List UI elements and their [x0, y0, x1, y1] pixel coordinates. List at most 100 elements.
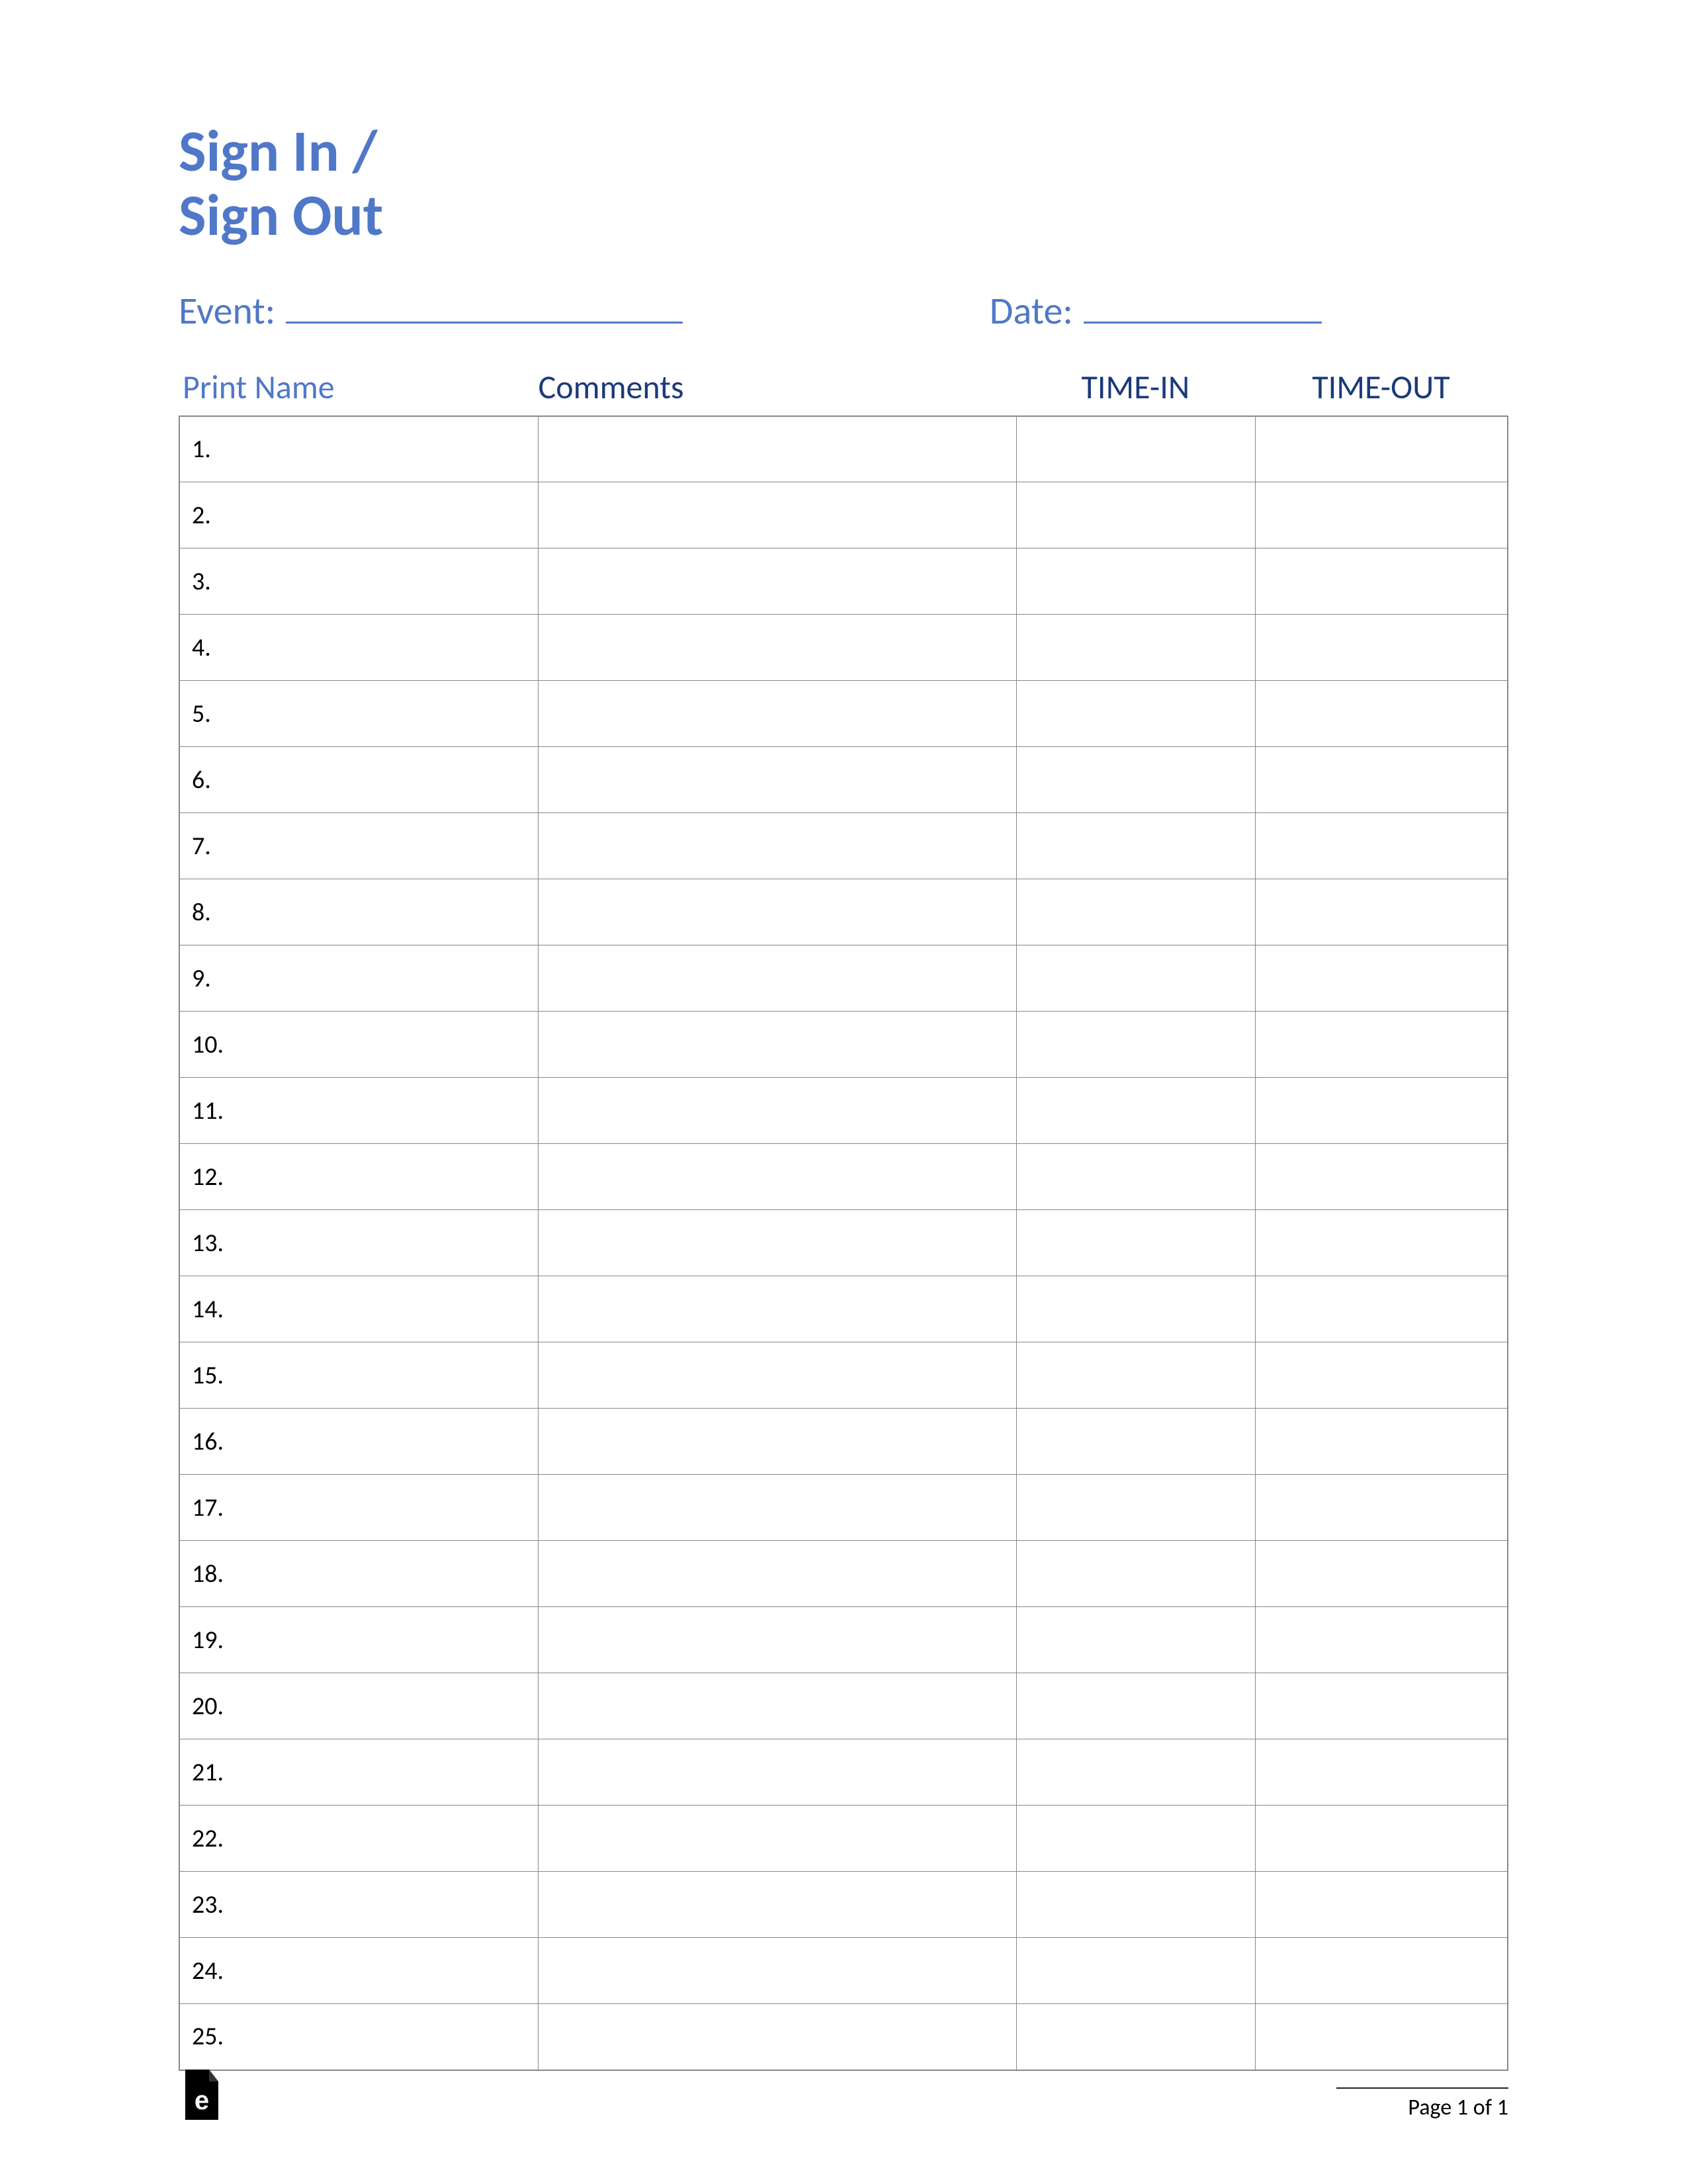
- comments-cell[interactable]: [538, 416, 1016, 482]
- row-number-cell[interactable]: 6.: [179, 747, 538, 813]
- time-out-cell[interactable]: [1255, 548, 1508, 615]
- comments-cell[interactable]: [538, 1938, 1016, 2004]
- comments-cell[interactable]: [538, 1541, 1016, 1607]
- comments-cell[interactable]: [538, 813, 1016, 879]
- time-in-cell[interactable]: [1016, 1276, 1255, 1342]
- time-in-cell[interactable]: [1016, 1938, 1255, 2004]
- row-number-cell[interactable]: 23.: [179, 1872, 538, 1938]
- time-in-cell[interactable]: [1016, 548, 1255, 615]
- comments-cell[interactable]: [538, 1409, 1016, 1475]
- time-out-cell[interactable]: [1255, 416, 1508, 482]
- time-out-cell[interactable]: [1255, 615, 1508, 681]
- comments-cell[interactable]: [538, 747, 1016, 813]
- time-out-cell[interactable]: [1255, 1872, 1508, 1938]
- comments-cell[interactable]: [538, 1872, 1016, 1938]
- time-in-cell[interactable]: [1016, 1210, 1255, 1276]
- time-in-cell[interactable]: [1016, 879, 1255, 945]
- time-out-cell[interactable]: [1255, 1806, 1508, 1872]
- time-out-cell[interactable]: [1255, 1938, 1508, 2004]
- row-number-cell[interactable]: 1.: [179, 416, 538, 482]
- time-out-cell[interactable]: [1255, 813, 1508, 879]
- comments-cell[interactable]: [538, 1144, 1016, 1210]
- time-out-cell[interactable]: [1255, 681, 1508, 747]
- time-in-cell[interactable]: [1016, 747, 1255, 813]
- row-number-cell[interactable]: 13.: [179, 1210, 538, 1276]
- row-number-cell[interactable]: 7.: [179, 813, 538, 879]
- row-number-cell[interactable]: 10.: [179, 1012, 538, 1078]
- time-in-cell[interactable]: [1016, 1144, 1255, 1210]
- time-in-cell[interactable]: [1016, 1673, 1255, 1739]
- time-in-cell[interactable]: [1016, 1078, 1255, 1144]
- comments-cell[interactable]: [538, 2004, 1016, 2070]
- time-out-cell[interactable]: [1255, 1607, 1508, 1673]
- comments-cell[interactable]: [538, 945, 1016, 1012]
- row-number-cell[interactable]: 12.: [179, 1144, 538, 1210]
- row-number-cell[interactable]: 2.: [179, 482, 538, 548]
- time-out-cell[interactable]: [1255, 1541, 1508, 1607]
- comments-cell[interactable]: [538, 1012, 1016, 1078]
- row-number-cell[interactable]: 19.: [179, 1607, 538, 1673]
- row-number-cell[interactable]: 11.: [179, 1078, 538, 1144]
- time-out-cell[interactable]: [1255, 1673, 1508, 1739]
- date-input-line[interactable]: [1084, 292, 1322, 324]
- time-out-cell[interactable]: [1255, 1342, 1508, 1409]
- time-out-cell[interactable]: [1255, 482, 1508, 548]
- comments-cell[interactable]: [538, 879, 1016, 945]
- row-number-cell[interactable]: 3.: [179, 548, 538, 615]
- comments-cell[interactable]: [538, 1673, 1016, 1739]
- comments-cell[interactable]: [538, 482, 1016, 548]
- time-in-cell[interactable]: [1016, 1409, 1255, 1475]
- time-in-cell[interactable]: [1016, 681, 1255, 747]
- time-out-cell[interactable]: [1255, 1144, 1508, 1210]
- row-number-cell[interactable]: 17.: [179, 1475, 538, 1541]
- time-in-cell[interactable]: [1016, 1541, 1255, 1607]
- comments-cell[interactable]: [538, 1806, 1016, 1872]
- time-out-cell[interactable]: [1255, 1078, 1508, 1144]
- time-in-cell[interactable]: [1016, 482, 1255, 548]
- row-number-cell[interactable]: 4.: [179, 615, 538, 681]
- time-in-cell[interactable]: [1016, 615, 1255, 681]
- row-number-cell[interactable]: 22.: [179, 1806, 538, 1872]
- time-in-cell[interactable]: [1016, 1739, 1255, 1806]
- time-in-cell[interactable]: [1016, 813, 1255, 879]
- row-number-cell[interactable]: 25.: [179, 2004, 538, 2070]
- time-in-cell[interactable]: [1016, 1607, 1255, 1673]
- comments-cell[interactable]: [538, 1210, 1016, 1276]
- row-number-cell[interactable]: 15.: [179, 1342, 538, 1409]
- row-number-cell[interactable]: 20.: [179, 1673, 538, 1739]
- row-number-cell[interactable]: 9.: [179, 945, 538, 1012]
- row-number-cell[interactable]: 24.: [179, 1938, 538, 2004]
- comments-cell[interactable]: [538, 548, 1016, 615]
- time-in-cell[interactable]: [1016, 1872, 1255, 1938]
- time-out-cell[interactable]: [1255, 945, 1508, 1012]
- comments-cell[interactable]: [538, 1078, 1016, 1144]
- time-in-cell[interactable]: [1016, 1475, 1255, 1541]
- time-out-cell[interactable]: [1255, 1012, 1508, 1078]
- time-out-cell[interactable]: [1255, 879, 1508, 945]
- time-in-cell[interactable]: [1016, 416, 1255, 482]
- time-out-cell[interactable]: [1255, 1475, 1508, 1541]
- row-number-cell[interactable]: 21.: [179, 1739, 538, 1806]
- comments-cell[interactable]: [538, 1607, 1016, 1673]
- row-number-cell[interactable]: 18.: [179, 1541, 538, 1607]
- row-number-cell[interactable]: 8.: [179, 879, 538, 945]
- comments-cell[interactable]: [538, 1739, 1016, 1806]
- comments-cell[interactable]: [538, 615, 1016, 681]
- row-number-cell[interactable]: 5.: [179, 681, 538, 747]
- time-in-cell[interactable]: [1016, 2004, 1255, 2070]
- time-out-cell[interactable]: [1255, 1210, 1508, 1276]
- comments-cell[interactable]: [538, 1475, 1016, 1541]
- time-in-cell[interactable]: [1016, 1012, 1255, 1078]
- comments-cell[interactable]: [538, 1276, 1016, 1342]
- time-out-cell[interactable]: [1255, 747, 1508, 813]
- time-in-cell[interactable]: [1016, 1342, 1255, 1409]
- row-number-cell[interactable]: 14.: [179, 1276, 538, 1342]
- time-in-cell[interactable]: [1016, 1806, 1255, 1872]
- time-out-cell[interactable]: [1255, 2004, 1508, 2070]
- time-out-cell[interactable]: [1255, 1409, 1508, 1475]
- event-input-line[interactable]: [286, 292, 683, 324]
- row-number-cell[interactable]: 16.: [179, 1409, 538, 1475]
- comments-cell[interactable]: [538, 1342, 1016, 1409]
- time-in-cell[interactable]: [1016, 945, 1255, 1012]
- comments-cell[interactable]: [538, 681, 1016, 747]
